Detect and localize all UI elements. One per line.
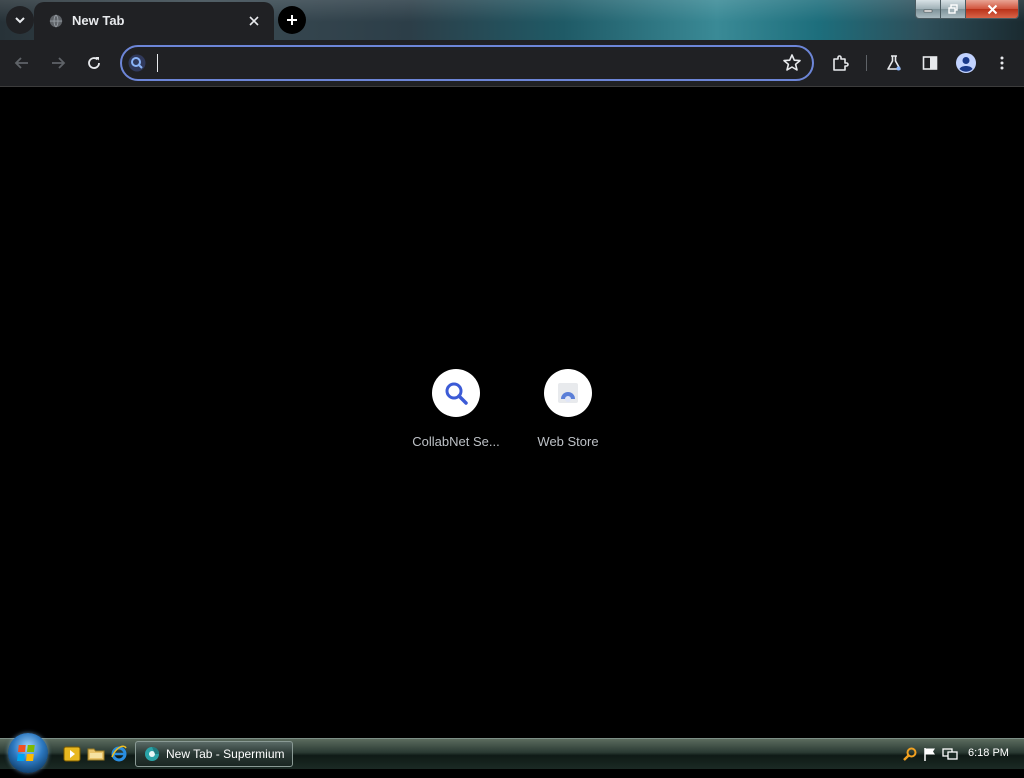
text-caret	[157, 54, 158, 72]
toolbar-separator	[866, 55, 867, 71]
flask-icon	[887, 55, 901, 71]
tab-new-tab[interactable]: New Tab	[34, 2, 274, 40]
media-player-icon[interactable]	[63, 745, 81, 763]
arrow-right-icon	[52, 57, 66, 69]
internet-explorer-icon[interactable]	[110, 745, 128, 763]
clock[interactable]: 6:18 PM	[968, 747, 1009, 759]
extensions-button[interactable]	[826, 49, 854, 77]
web-store-icon	[558, 383, 578, 403]
search-icon	[128, 54, 146, 72]
back-button[interactable]	[8, 49, 36, 77]
taskbar: New Tab - Supermium 6:18 PM	[0, 733, 1024, 773]
taskbar-window-button[interactable]: New Tab - Supermium	[135, 741, 293, 767]
shortcut-icon-container	[544, 369, 592, 417]
avatar-icon	[956, 53, 976, 73]
puzzle-icon	[833, 55, 849, 71]
address-bar[interactable]	[120, 45, 814, 81]
labs-button[interactable]	[880, 49, 908, 77]
restore-button[interactable]	[941, 0, 966, 18]
chevron-down-icon	[15, 17, 25, 24]
new-tab-button[interactable]	[278, 6, 306, 34]
shortcut-tile[interactable]: CollabNet Se...	[400, 369, 512, 459]
shortcut-label: CollabNet Se...	[412, 434, 500, 449]
tab-search-button[interactable]	[6, 6, 34, 34]
minimize-button[interactable]	[916, 0, 941, 18]
windows-logo-icon	[17, 745, 35, 761]
tab-close-button[interactable]	[244, 11, 264, 31]
browser-toolbar	[0, 40, 1024, 87]
close-window-button[interactable]	[966, 0, 1018, 18]
close-icon	[987, 4, 997, 14]
side-panel-button[interactable]	[916, 49, 944, 77]
flag-icon[interactable]	[922, 746, 938, 762]
shortcut-tile[interactable]: Web Store	[512, 369, 624, 459]
reload-icon	[88, 57, 100, 69]
shortcut-label: Web Store	[537, 434, 599, 449]
profile-button[interactable]	[952, 49, 980, 77]
window-controls	[915, 0, 1019, 19]
new-tab-page: CollabNet Se... Web Store	[0, 87, 1024, 737]
globe-icon	[49, 14, 63, 28]
folder-icon[interactable]	[87, 745, 105, 763]
bookmark-star-icon[interactable]	[782, 53, 802, 73]
start-button[interactable]	[8, 733, 48, 773]
taskbar-window-label: New Tab - Supermium	[166, 747, 285, 761]
arrow-left-icon	[14, 57, 28, 69]
forward-button[interactable]	[44, 49, 72, 77]
minimize-icon	[923, 9, 933, 13]
plus-icon	[287, 15, 297, 25]
menu-button[interactable]	[988, 49, 1016, 77]
network-icon[interactable]	[942, 746, 958, 762]
shortcut-icon-container	[432, 369, 480, 417]
side-panel-icon	[922, 56, 938, 70]
close-icon	[249, 16, 259, 26]
tab-title: New Tab	[72, 13, 125, 28]
more-vert-icon	[1000, 56, 1004, 70]
title-bar: New Tab	[0, 0, 1024, 40]
supermium-icon	[145, 747, 159, 761]
reload-button[interactable]	[80, 49, 108, 77]
address-input[interactable]	[156, 51, 760, 75]
search-icon[interactable]	[902, 746, 918, 762]
search-icon	[445, 382, 468, 405]
restore-icon	[948, 4, 958, 14]
